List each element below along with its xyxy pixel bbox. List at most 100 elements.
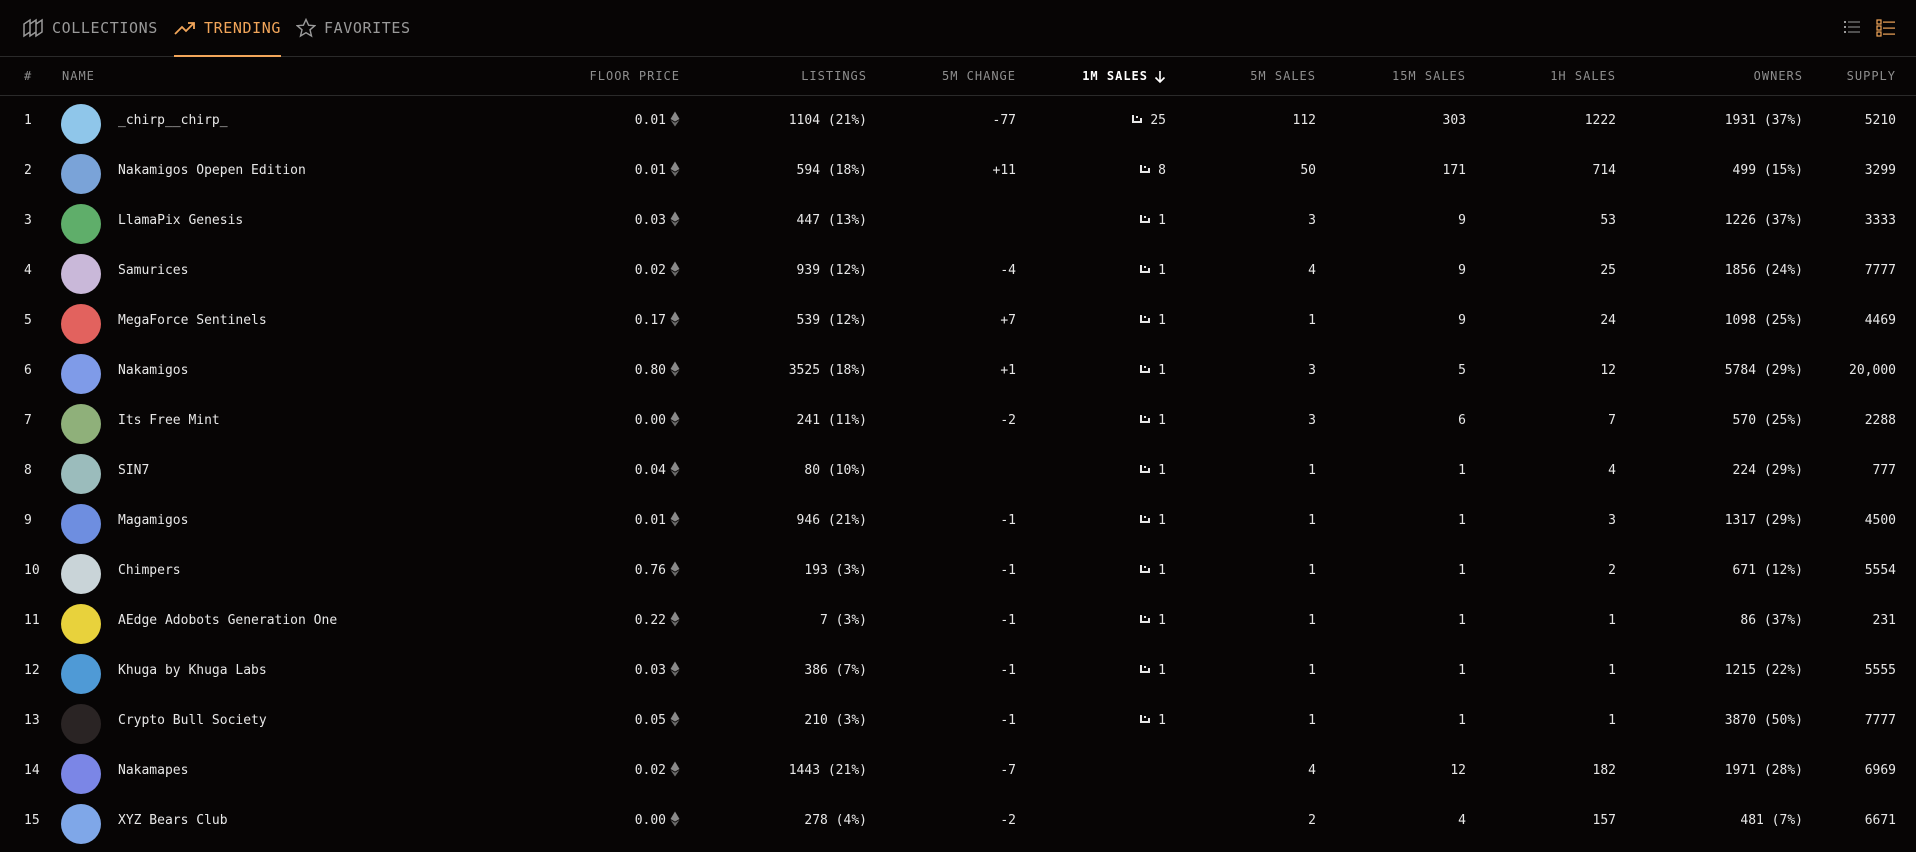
collection-name[interactable]: Nakamigos Opepen Edition <box>118 146 478 196</box>
column-name-header[interactable]: NAME <box>62 57 262 95</box>
collection-name[interactable]: Crypto Bull Society <box>118 696 478 746</box>
1m-sales-value: 25 <box>1150 113 1166 128</box>
table-row[interactable]: 8 SIN7 0.04 80 (10%) 1 1 1 4 224 (29%) 777 <box>0 446 1916 496</box>
tab-collections[interactable]: COLLECTIONS <box>22 0 158 56</box>
trending-page: COLLECTIONS TRENDING FAVORITES # NAME FL… <box>0 0 1916 852</box>
collection-name[interactable]: Samurices <box>118 246 478 296</box>
owners-cell: 86 (37%) <box>1740 613 1803 628</box>
collection-name[interactable]: AEdge Adobots Generation One <box>118 596 478 646</box>
table-row[interactable]: 3 LlamaPix Genesis 0.03 447 (13%) 1 3 9 53 1226 … <box>0 196 1916 246</box>
5m-sales-cell: 3 <box>1308 413 1316 428</box>
tab-favorites-label: FAVORITES <box>324 19 411 37</box>
trending-icon <box>174 22 195 35</box>
1m-sales-value: 8 <box>1158 163 1166 178</box>
1m-sales-value: 1 <box>1158 513 1166 528</box>
list-view-button[interactable] <box>1842 18 1864 40</box>
1m-sales-cell: 1 <box>1040 346 1166 396</box>
table-row[interactable]: 5 MegaForce Sentinels 0.17 539 (12%) +7 1 1 9 24… <box>0 296 1916 346</box>
listings-cell: 193 (3%) <box>804 563 867 578</box>
table-row[interactable]: 2 Nakamigos Opepen Edition 0.01 594 (18%) +1… <box>0 146 1916 196</box>
floor-price-value: 0.02 <box>634 263 666 278</box>
detailed-list-icon <box>1876 19 1895 37</box>
rank-cell: 8 <box>24 463 32 478</box>
column-rank-header[interactable]: # <box>24 57 54 95</box>
floor-price-value: 0.05 <box>634 713 666 728</box>
15m-sales-cell: 1 <box>1458 463 1466 478</box>
5m-change-cell: -1 <box>1000 713 1016 728</box>
listings-cell: 946 (21%) <box>796 513 867 528</box>
column-15m-sales-header[interactable]: 15M SALES <box>1330 57 1466 95</box>
table-row[interactable]: 7 Its Free Mint 0.00 241 (11%) -2 1 3 6 7 570 (25… <box>0 396 1916 446</box>
table-row[interactable]: 4 Samurices 0.02 939 (12%) -4 1 4 9 25 1856 (24%)… <box>0 246 1916 296</box>
1m-sales-value: 1 <box>1158 313 1166 328</box>
supply-cell: 3333 <box>1864 213 1896 228</box>
sales-activity-icon <box>1140 715 1151 723</box>
table-row[interactable]: 13 Crypto Bull Society 0.05 210 (3%) -1 1 1 1 1 3… <box>0 696 1916 746</box>
collection-avatar <box>61 104 101 144</box>
1h-sales-cell: 1 <box>1608 613 1616 628</box>
15m-sales-cell: 4 <box>1458 813 1466 828</box>
collection-name[interactable]: Chimpers <box>118 546 478 596</box>
table-row[interactable]: 11 AEdge Adobots Generation One 0.22 7 (3%)… <box>0 596 1916 646</box>
floor-price-value: 0.03 <box>634 663 666 678</box>
table-row[interactable]: 6 Nakamigos 0.80 3525 (18%) +1 1 3 5 12 5784 (29%… <box>0 346 1916 396</box>
sales-activity-icon <box>1132 115 1143 123</box>
supply-cell: 5554 <box>1864 563 1896 578</box>
collection-name[interactable]: Its Free Mint <box>118 396 478 446</box>
collection-name[interactable]: Khuga by Khuga Labs <box>118 646 478 696</box>
column-floor-price-header[interactable]: FLOOR PRICE <box>520 57 680 95</box>
1m-sales-value: 1 <box>1158 213 1166 228</box>
column-listings-header[interactable]: LISTINGS <box>700 57 867 95</box>
tab-trending[interactable]: TRENDING <box>174 0 282 57</box>
floor-price-cell: 0.22 <box>520 596 680 646</box>
5m-sales-cell: 1 <box>1308 463 1316 478</box>
collection-name[interactable]: LlamaPix Genesis <box>118 196 478 246</box>
table-row[interactable]: 14 Nakamapes 0.02 1443 (21%) -7 4 12 182 1971 (2… <box>0 746 1916 796</box>
column-supply-header[interactable]: SUPPLY <box>1820 57 1896 95</box>
collections-table-body: 1 _chirp__chirp_ 0.01 1104 (21%) -77 25 112 303… <box>0 96 1916 846</box>
5m-change-cell: -1 <box>1000 663 1016 678</box>
1h-sales-cell: 7 <box>1608 413 1616 428</box>
collection-name[interactable]: Nakamapes <box>118 746 478 796</box>
owners-cell: 5784 (29%) <box>1724 363 1803 378</box>
table-row[interactable]: 12 Khuga by Khuga Labs 0.03 386 (7%) -1 1 1 1 1 1… <box>0 646 1916 696</box>
collection-name[interactable]: Magamigos <box>118 496 478 546</box>
supply-cell: 2288 <box>1864 413 1896 428</box>
table-row[interactable]: 1 _chirp__chirp_ 0.01 1104 (21%) -77 25 112 303… <box>0 96 1916 146</box>
column-1h-sales-header[interactable]: 1H SALES <box>1480 57 1616 95</box>
collection-name[interactable]: MegaForce Sentinels <box>118 296 478 346</box>
table-row[interactable]: 9 Magamigos 0.01 946 (21%) -1 1 1 1 3 1317 (29%) 4… <box>0 496 1916 546</box>
collection-name[interactable]: SIN7 <box>118 446 478 496</box>
sales-activity-icon <box>1140 265 1151 273</box>
supply-cell: 5555 <box>1864 663 1896 678</box>
collection-name[interactable]: XYZ Bears Club <box>118 796 478 846</box>
column-5m-sales-header[interactable]: 5M SALES <box>1180 57 1316 95</box>
1h-sales-cell: 714 <box>1592 163 1616 178</box>
collection-name[interactable]: Nakamigos <box>118 346 478 396</box>
1m-sales-value: 1 <box>1158 663 1166 678</box>
1m-sales-cell: 8 <box>1040 146 1166 196</box>
listings-cell: 386 (7%) <box>804 663 867 678</box>
supply-cell: 4500 <box>1864 513 1896 528</box>
detailed-list-view-button[interactable] <box>1876 18 1898 40</box>
eth-icon <box>670 311 680 327</box>
column-5m-change-header[interactable]: 5M CHANGE <box>880 57 1016 95</box>
5m-sales-cell: 1 <box>1308 713 1316 728</box>
collection-avatar <box>61 204 101 244</box>
collection-name[interactable]: _chirp__chirp_ <box>118 96 478 146</box>
table-row[interactable]: 10 Chimpers 0.76 193 (3%) -1 1 1 1 2 671 (12%) 555… <box>0 546 1916 596</box>
table-row[interactable]: 15 XYZ Bears Club 0.00 278 (4%) -2 2 4 157 481 (… <box>0 796 1916 846</box>
1h-sales-cell: 1 <box>1608 713 1616 728</box>
5m-sales-cell: 3 <box>1308 363 1316 378</box>
eth-icon <box>670 511 680 527</box>
sales-activity-icon <box>1140 315 1151 323</box>
listings-cell: 241 (11%) <box>796 413 867 428</box>
rank-cell: 6 <box>24 363 32 378</box>
column-1m-sales-header[interactable]: 1M SALES <box>1040 57 1166 95</box>
sales-activity-icon <box>1140 165 1151 173</box>
5m-change-cell: -1 <box>1000 513 1016 528</box>
rank-cell: 9 <box>24 513 32 528</box>
tab-favorites[interactable]: FAVORITES <box>296 0 411 56</box>
column-owners-header[interactable]: OWNERS <box>1630 57 1803 95</box>
1m-sales-cell: 1 <box>1040 696 1166 746</box>
